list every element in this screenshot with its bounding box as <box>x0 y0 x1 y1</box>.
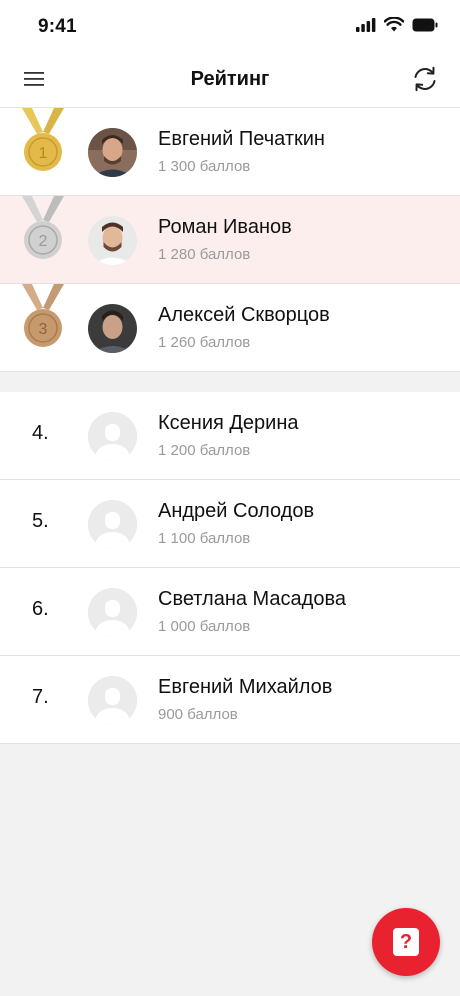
player-row[interactable]: 5. Андрей Солодов 1 100 баллов <box>0 480 460 568</box>
silver-medal-icon: 2 <box>20 196 66 262</box>
avatar-placeholder-icon <box>88 500 137 549</box>
player-score: 900 баллов <box>158 706 238 723</box>
refresh-button[interactable] <box>408 64 442 98</box>
status-bar: 9:41 <box>0 0 460 54</box>
top-player-row[interactable]: 1 Евгений Печаткин 1 300 баллов <box>0 108 460 196</box>
status-time: 9:41 <box>38 16 77 37</box>
player-row[interactable]: 6. Светлана Масадова 1 000 баллов <box>0 568 460 656</box>
avatar <box>88 304 137 353</box>
players-list: 4. Ксения Дерина 1 200 баллов 5. Андрей … <box>0 392 460 744</box>
bronze-medal-icon: 3 <box>20 284 66 350</box>
player-score: 1 260 баллов <box>158 334 251 351</box>
player-score: 1 300 баллов <box>158 158 251 175</box>
player-score: 1 100 баллов <box>158 530 251 547</box>
avatar-placeholder-icon <box>88 676 137 725</box>
top-players-list: 1 Евгений Печаткин 1 300 баллов 2 Роман … <box>0 108 460 372</box>
medal-number: 2 <box>39 233 48 250</box>
player-row[interactable]: 4. Ксения Дерина 1 200 баллов <box>0 392 460 480</box>
medal-number: 1 <box>39 145 48 162</box>
avatar <box>88 128 137 177</box>
player-rank: 6. <box>32 598 49 620</box>
status-icons <box>356 16 438 37</box>
signal-icon <box>356 17 376 37</box>
help-button[interactable]: ? <box>372 908 440 976</box>
player-name: Ксения Дерина <box>158 412 299 434</box>
player-rank: 7. <box>32 686 49 708</box>
nav-bar: Рейтинг <box>0 54 460 108</box>
player-name: Евгений Михайлов <box>158 676 333 698</box>
page-title: Рейтинг <box>190 68 270 90</box>
player-score: 1 000 баллов <box>158 618 251 635</box>
player-rank: 4. <box>32 422 49 444</box>
top-player-row-current-user[interactable]: 2 Роман Иванов 1 280 баллов <box>0 196 460 284</box>
battery-icon <box>412 18 438 37</box>
player-score: 1 200 баллов <box>158 442 251 459</box>
player-name: Андрей Солодов <box>158 500 315 522</box>
top-player-row[interactable]: 3 Алексей Скворцов 1 260 баллов <box>0 284 460 372</box>
help-icon: ? <box>393 928 419 956</box>
player-rank: 5. <box>32 510 49 532</box>
wifi-icon <box>383 16 405 37</box>
player-score: 1 280 баллов <box>158 246 251 263</box>
refresh-icon <box>411 65 439 98</box>
player-name: Светлана Масадова <box>158 588 346 610</box>
avatar-placeholder-icon <box>88 412 137 461</box>
player-name: Роман Иванов <box>158 216 292 238</box>
gold-medal-icon: 1 <box>20 108 66 174</box>
player-name: Алексей Скворцов <box>158 304 330 326</box>
player-row[interactable]: 7. Евгений Михайлов 900 баллов <box>0 656 460 744</box>
avatar-placeholder-icon <box>88 588 137 637</box>
player-name: Евгений Печаткин <box>158 128 325 150</box>
medal-number: 3 <box>39 321 48 338</box>
avatar <box>88 216 137 265</box>
